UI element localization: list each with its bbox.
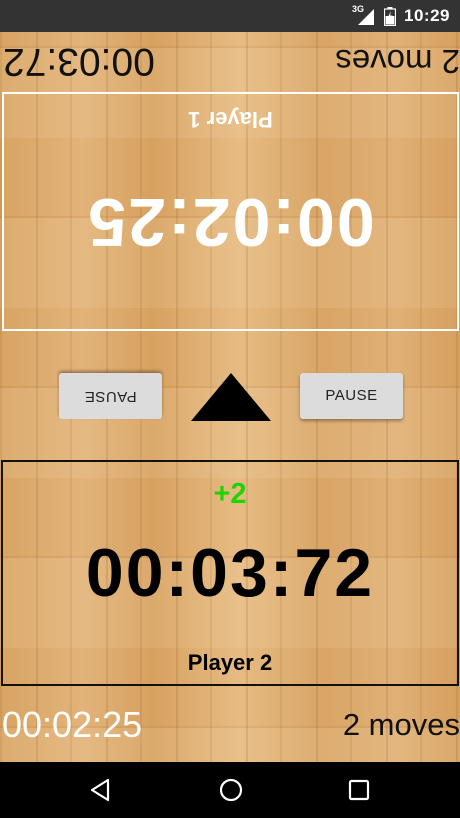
player2-name: Player 2 [187, 650, 273, 675]
triangle-up-icon [191, 373, 271, 421]
player2-clock: 00:03:72 [85, 535, 375, 611]
home-icon[interactable] [216, 775, 246, 805]
player1-clock-panel[interactable]: 00:02:25 Player 1 [2, 92, 459, 331]
back-icon[interactable] [86, 775, 116, 805]
chess-clock-screen: 3G 10:29 00:03:72 2 moves 00:02:25 Playe… [0, 0, 460, 818]
pause-button-player2[interactable]: PAUSE [300, 373, 403, 419]
player1-clock: 00:02:25 [86, 184, 375, 260]
status-time: 10:29 [404, 6, 450, 25]
moves-count: 2 moves [342, 707, 460, 742]
pause-button-player1[interactable]: PAUSE [59, 373, 162, 419]
player1-info-row: 00:03:72 2 moves [0, 33, 460, 87]
battery-icon [384, 7, 396, 26]
navigation-bar [0, 762, 460, 818]
player1-name: Player 1 [188, 107, 273, 132]
recents-icon[interactable] [344, 775, 374, 805]
player2-clock-panel[interactable]: +2 00:03:72 Player 2 [1, 460, 459, 686]
moves-count-flipped: 2 moves [335, 43, 460, 80]
player1-time-readout: 00:02:25 [2, 704, 143, 745]
signal-icon [358, 9, 374, 25]
player2-time-readout-flipped: 00:03:72 [3, 40, 155, 83]
increment-bonus: +2 [213, 478, 247, 510]
status-bar: 3G 10:29 [0, 0, 460, 32]
player2-info-row: 00:02:25 2 moves [0, 695, 460, 755]
